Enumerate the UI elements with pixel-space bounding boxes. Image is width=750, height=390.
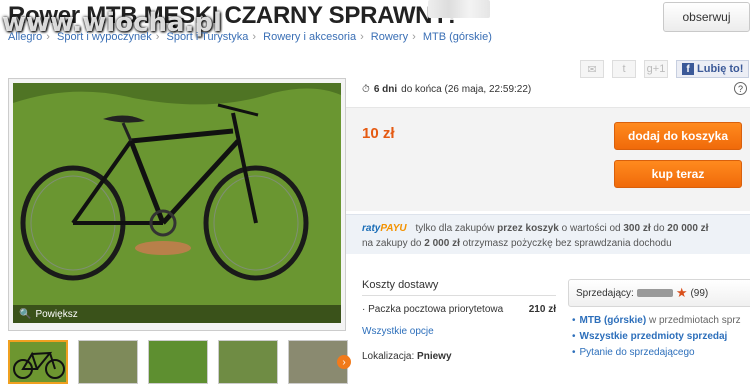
time-end: do końca (26 maja, 22:59:22) <box>401 84 532 95</box>
seller-name-blur <box>636 289 673 297</box>
thumbnail[interactable] <box>218 340 278 384</box>
breadcrumb-separator: › <box>360 31 364 43</box>
raty-payu-info: ratyPAYU tylko dla zakupów przez koszyk … <box>346 214 750 254</box>
watch-button[interactable]: obserwuj <box>663 2 750 32</box>
payu-logo-b: PAYU <box>380 223 407 234</box>
breadcrumb-item[interactable]: MTB (górskie) <box>423 31 492 43</box>
gplus-button[interactable]: g+1 <box>644 60 668 78</box>
zoom-bar[interactable]: 🔍 Powiększ <box>13 305 341 323</box>
seller-box[interactable]: Sprzedający: ★ (99) <box>568 279 750 307</box>
seller-link-rest: Pytanie do sprzedającego <box>579 347 695 358</box>
location-label: Lokalizacja: <box>362 351 415 362</box>
bicycle-thumb-image <box>13 351 65 379</box>
breadcrumb-item[interactable]: Rowery i akcesoria <box>263 31 356 43</box>
breadcrumb-item[interactable]: Rowery <box>371 31 408 43</box>
seller-rating: (99) <box>690 287 709 299</box>
seller-link-rest: w przedmiotach sprz <box>648 315 741 326</box>
raty-text: do <box>653 223 665 234</box>
location: Lokalizacja: Pniewy <box>362 351 556 362</box>
seller-label: Sprzedający: <box>576 287 634 299</box>
shipping-section: Koszty dostawy · Paczka pocztowa prioryt… <box>362 279 556 362</box>
all-shipping-options-link[interactable]: Wszystkie opcje <box>362 326 434 337</box>
shipping-option-label: · Paczka pocztowa priorytetowa <box>362 304 504 315</box>
share-bar: ✉ t g+1 f Lubię to! <box>580 60 750 78</box>
main-photo[interactable]: 🔍 Powiększ <box>13 83 341 323</box>
time-days: 6 dni <box>373 84 398 95</box>
seller-link-item[interactable]: • Wszystkie przedmioty sprzedaj <box>572 329 741 345</box>
breadcrumb-item[interactable]: Sport i wypoczynek <box>57 31 152 43</box>
clock-icon: ⏱ <box>362 84 370 95</box>
zoom-label: Powiększ <box>35 308 78 320</box>
raty-text: otrzymasz pożyczkę bez sprawdzania docho… <box>462 238 672 249</box>
like-label: Lubię to! <box>697 63 744 75</box>
raty-max: 20 000 zł <box>667 223 709 234</box>
price: 10 zł <box>362 125 395 142</box>
raty-text: o wartości od <box>561 223 621 234</box>
facebook-icon: f <box>682 63 694 75</box>
bicycle-image <box>13 83 341 323</box>
facebook-like-button[interactable]: f Lubię to! <box>676 60 750 78</box>
raty-text: tylko dla zakupów <box>415 223 495 234</box>
payu-logo: ratyPAYU <box>362 223 407 234</box>
shipping-option-price: 210 zł <box>528 304 556 315</box>
raty-min: 300 zł <box>623 223 651 234</box>
buy-now-button[interactable]: kup teraz <box>614 160 742 188</box>
thumbnail[interactable] <box>8 340 68 384</box>
next-thumbnails-button[interactable]: › <box>337 355 351 369</box>
censored-blur <box>428 0 490 18</box>
twitter-icon[interactable]: t <box>612 60 636 78</box>
seller-link-item[interactable]: • Pytanie do sprzedającego <box>572 345 741 361</box>
raty-amount: 2 000 zł <box>424 238 460 249</box>
shipping-heading: Koszty dostawy <box>362 279 556 296</box>
breadcrumb-separator: › <box>252 31 257 43</box>
help-icon[interactable]: ? <box>734 82 747 95</box>
breadcrumb-separator: › <box>412 31 416 43</box>
shipping-option-name: Paczka pocztowa priorytetowa <box>368 304 504 315</box>
time-remaining: ⏱ 6 dni do końca (26 maja, 22:59:22) <box>362 84 531 95</box>
seller-link-item[interactable]: • MTB (górskie) w przedmiotach sprz <box>572 313 741 329</box>
seller-link-bold: Wszystkie przedmioty sprzedaj <box>579 331 728 342</box>
breadcrumb-separator: › <box>46 31 50 43</box>
payu-logo-a: raty <box>362 223 381 234</box>
breadcrumb-item[interactable]: Allegro <box>8 31 42 43</box>
thumbnail[interactable] <box>78 340 138 384</box>
add-to-cart-button[interactable]: dodaj do koszyka <box>614 122 742 150</box>
raty-text: na zakupy do <box>362 238 422 249</box>
seller-links: • MTB (górskie) w przedmiotach sprz • Wszy… <box>572 313 741 361</box>
seller-link-bold: MTB (górskie) <box>579 315 647 326</box>
star-icon: ★ <box>675 285 688 300</box>
breadcrumb-item[interactable]: Sport i Turystyka <box>166 31 248 43</box>
shipping-option: · Paczka pocztowa priorytetowa 210 zł <box>362 304 556 315</box>
thumbnail[interactable] <box>148 340 208 384</box>
location-value: Pniewy <box>417 351 452 362</box>
raty-text-bold: przez koszyk <box>497 223 559 234</box>
mail-icon[interactable]: ✉ <box>580 60 604 78</box>
breadcrumb-separator: › <box>155 31 160 43</box>
magnifier-icon: 🔍 <box>19 308 32 320</box>
breadcrumb: Allegro › Sport i wypoczynek › Sport i Tur… <box>8 31 492 43</box>
thumbnail-strip <box>8 340 348 384</box>
main-photo-frame: 🔍 Powiększ <box>8 78 346 331</box>
